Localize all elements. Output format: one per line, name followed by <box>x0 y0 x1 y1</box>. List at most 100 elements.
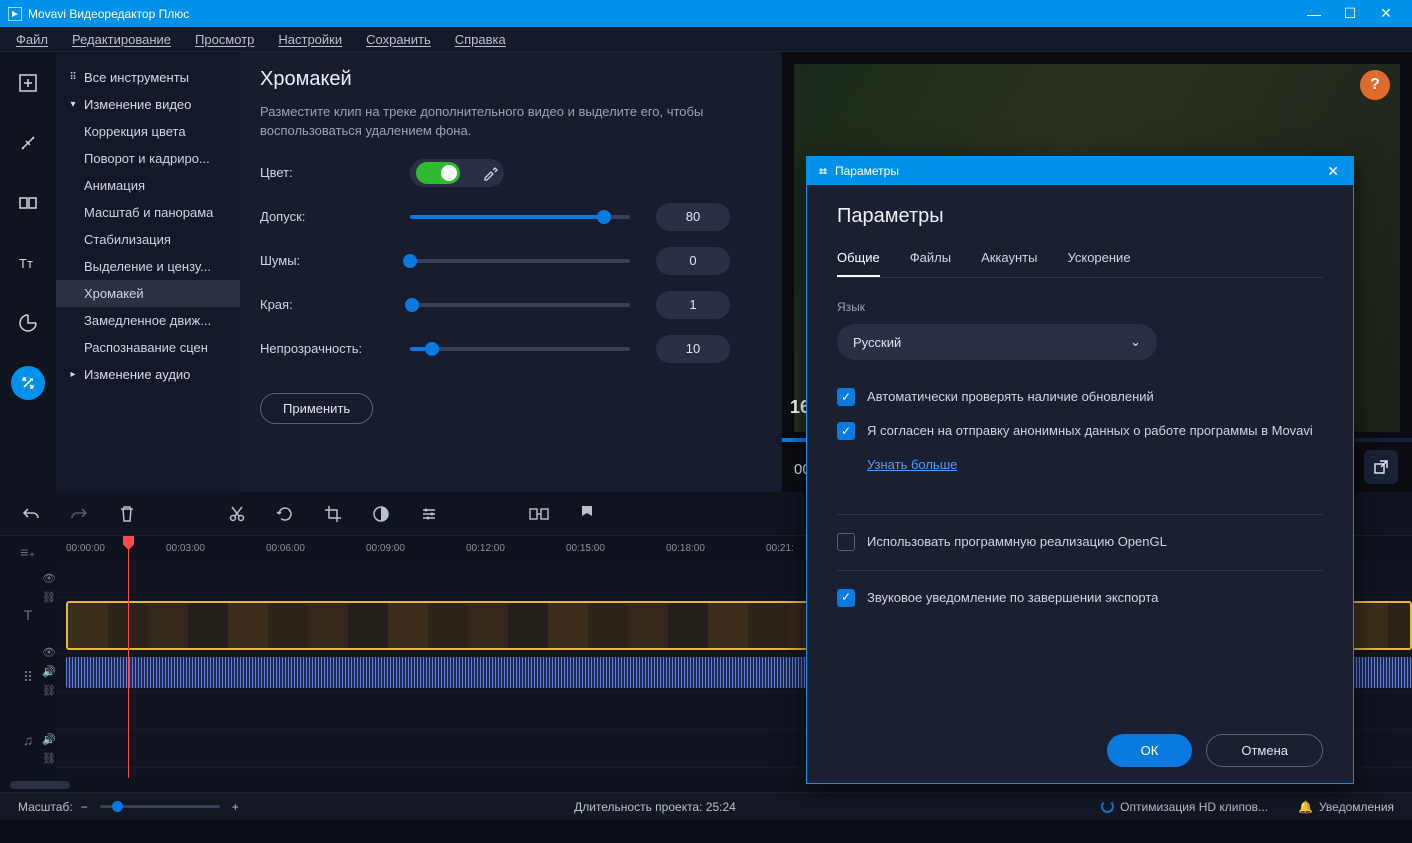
check-opengl-checkbox[interactable] <box>837 533 855 551</box>
chevron-right-icon: ▸ <box>66 369 80 380</box>
redo-icon[interactable] <box>68 503 90 525</box>
ruler-tick: 00:03:00 <box>166 543 205 554</box>
titlebar: Movavi Видеоредактор Плюс — ☐ ✕ <box>0 0 1412 27</box>
link-icon[interactable]: ⛓ <box>42 684 56 697</box>
group-video-edit[interactable]: ▾Изменение видео <box>56 91 240 118</box>
eyedropper-icon[interactable] <box>482 165 498 181</box>
edges-slider[interactable] <box>410 303 630 307</box>
color-adjust-icon[interactable] <box>370 503 392 525</box>
undo-icon[interactable] <box>20 503 42 525</box>
group-audio-edit[interactable]: ▸ Изменение аудио <box>56 361 240 388</box>
menu-settings[interactable]: Настройки <box>278 32 342 47</box>
dialog-close-button[interactable]: ✕ <box>1323 163 1343 180</box>
project-duration: Длительность проекта: 25:24 <box>574 800 736 814</box>
tolerance-value[interactable]: 80 <box>656 203 730 231</box>
sidebar-item-color[interactable]: Коррекция цвета <box>56 118 240 145</box>
tolerance-slider[interactable] <box>410 215 630 219</box>
ruler-tick: 00:12:00 <box>466 543 505 554</box>
menu-file[interactable]: Файл <box>16 32 48 47</box>
ruler-tick: 00:15:00 <box>566 543 605 554</box>
rotate-icon[interactable] <box>274 503 296 525</box>
menu-help[interactable]: Справка <box>455 32 506 47</box>
ruler-tick: 00:00:00 <box>66 543 105 554</box>
audio-icon[interactable]: 🔊 <box>42 665 56 678</box>
svg-text:Tт: Tт <box>19 256 33 271</box>
zoom-slider[interactable] <box>100 805 220 808</box>
dialog-tabs: Общие Файлы Аккаунты Ускорение <box>837 250 1323 278</box>
stickers-icon[interactable] <box>11 306 45 340</box>
marker-icon[interactable] <box>576 503 598 525</box>
cancel-button[interactable]: Отмена <box>1206 734 1323 767</box>
popout-icon[interactable] <box>1364 450 1398 484</box>
sidebar-item-panzoom[interactable]: Масштаб и панорама <box>56 199 240 226</box>
audio-track-icon[interactable]: ♫ <box>23 732 34 748</box>
group-all-tools[interactable]: ⠿Все инструменты <box>56 64 240 91</box>
notifications-button[interactable]: 🔔Уведомления <box>1298 800 1394 814</box>
bullet-icon: ⠿ <box>66 72 80 83</box>
opacity-value[interactable]: 10 <box>656 335 730 363</box>
clip-properties-icon[interactable] <box>418 503 440 525</box>
check-anon-checkbox[interactable]: ✓ <box>837 422 855 440</box>
panel-title: Хромакей <box>260 68 762 91</box>
check-sound-checkbox[interactable]: ✓ <box>837 589 855 607</box>
crop-icon[interactable] <box>322 503 344 525</box>
sidebar-item-slowmo[interactable]: Замедленное движ... <box>56 307 240 334</box>
spinner-icon <box>1101 800 1114 813</box>
group-label: Изменение аудио <box>84 367 190 382</box>
check-updates-checkbox[interactable]: ✓ <box>837 388 855 406</box>
menu-view[interactable]: Просмотр <box>195 32 254 47</box>
dialog-titlebar[interactable]: Параметры ✕ <box>807 157 1353 185</box>
tab-acceleration[interactable]: Ускорение <box>1067 250 1130 277</box>
apply-button[interactable]: Применить <box>260 393 373 424</box>
sidebar-item-highlight[interactable]: Выделение и цензу... <box>56 253 240 280</box>
link-icon[interactable]: ⛓ <box>42 591 56 604</box>
ok-button[interactable]: ОК <box>1107 734 1193 767</box>
menu-save[interactable]: Сохранить <box>366 32 431 47</box>
optimization-status: Оптимизация HD клипов... <box>1101 800 1268 814</box>
settings-dialog: Параметры ✕ Параметры Общие Файлы Аккаун… <box>806 156 1354 784</box>
text-track-icon[interactable]: T <box>24 607 33 623</box>
sidebar-item-crop[interactable]: Поворот и кадриро... <box>56 145 240 172</box>
more-tools-icon[interactable] <box>11 366 45 400</box>
language-value: Русский <box>853 335 901 350</box>
tab-accounts[interactable]: Аккаунты <box>981 250 1037 277</box>
video-track-icon[interactable]: ⠿ <box>23 669 33 686</box>
edges-value[interactable]: 1 <box>656 291 730 319</box>
window-close-button[interactable]: ✕ <box>1368 0 1404 27</box>
zoom-in-icon[interactable]: + <box>232 800 239 814</box>
check-sound-label: Звуковое уведомление по завершении экспо… <box>867 589 1158 607</box>
noise-value[interactable]: 0 <box>656 247 730 275</box>
noise-slider[interactable] <box>410 259 630 263</box>
sidebar-item-scenes[interactable]: Распознавание сцен <box>56 334 240 361</box>
titles-icon[interactable]: Tт <box>11 246 45 280</box>
menu-edit[interactable]: Редактирование <box>72 32 171 47</box>
transitions-icon[interactable] <box>11 186 45 220</box>
audio-icon[interactable]: 🔊 <box>42 733 56 746</box>
window-maximize-button[interactable]: ☐ <box>1332 0 1368 27</box>
language-select[interactable]: Русский ⌄ <box>837 324 1157 360</box>
learn-more-link[interactable]: Узнать больше <box>867 457 957 472</box>
transition-wizard-icon[interactable] <box>528 503 550 525</box>
sidebar-item-animation[interactable]: Анимация <box>56 172 240 199</box>
check-opengl-label: Использовать программную реализацию Open… <box>867 533 1167 551</box>
visibility-icon[interactable]: 👁 <box>42 572 56 585</box>
tab-general[interactable]: Общие <box>837 250 880 277</box>
sidebar-item-stabilize[interactable]: Стабилизация <box>56 226 240 253</box>
scrollbar-thumb[interactable] <box>10 781 70 789</box>
sidebar-item-chromakey[interactable]: Хромакей <box>56 280 240 307</box>
playhead[interactable] <box>128 536 129 778</box>
window-minimize-button[interactable]: — <box>1296 0 1332 27</box>
check-updates-label: Автоматически проверять наличие обновлен… <box>867 388 1154 406</box>
filters-icon[interactable] <box>11 126 45 160</box>
delete-icon[interactable] <box>116 503 138 525</box>
visibility-icon[interactable]: 👁 <box>42 646 56 659</box>
tab-files[interactable]: Файлы <box>910 250 951 277</box>
opacity-slider[interactable] <box>410 347 630 351</box>
color-toggle[interactable] <box>416 162 460 184</box>
link-icon[interactable]: ⛓ <box>42 752 56 765</box>
add-track-icon[interactable]: ≡₊ <box>20 544 36 561</box>
help-button[interactable]: ? <box>1360 70 1390 100</box>
cut-icon[interactable] <box>226 503 248 525</box>
zoom-out-icon[interactable]: − <box>81 800 88 814</box>
add-media-icon[interactable] <box>11 66 45 100</box>
